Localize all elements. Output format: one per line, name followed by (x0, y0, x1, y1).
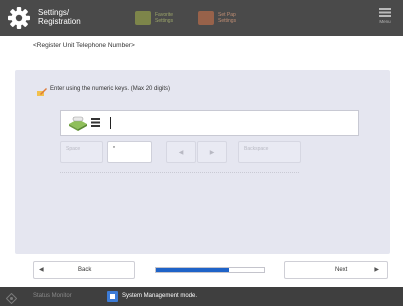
instruction-text: Enter using the numeric keys. (Max 20 di… (50, 85, 171, 92)
star-key-label: * (113, 146, 115, 152)
backspace-key-label: Backspace (244, 146, 269, 152)
app-title-line2: Registration (38, 17, 81, 26)
backspace-key: Backspace (238, 141, 301, 163)
app-title-line1: Settings/ (38, 8, 70, 17)
back-button-label: Back (78, 267, 92, 273)
menu-label: Menu (379, 19, 391, 24)
paper-settings-button: Set Pap Settings (198, 6, 236, 30)
next-arrow-icon: ▶ (374, 267, 379, 273)
progress-bar (155, 267, 265, 273)
settings-gear-icon[interactable] (6, 5, 32, 31)
paper-tray-icon (198, 11, 214, 25)
app-title: Settings/ Registration (38, 8, 81, 26)
telephone-icon (68, 115, 88, 131)
paper-label-2: Settings (218, 18, 237, 24)
status-monitor-icon (5, 291, 18, 305)
next-button[interactable]: Next ▶ (284, 261, 388, 279)
back-button[interactable]: ◀ Back (33, 261, 135, 279)
system-management-icon (107, 291, 118, 302)
menu-icon (379, 8, 391, 17)
cursor-right-key: ▶ (197, 141, 227, 163)
divider (60, 172, 299, 173)
status-monitor-label: Status Monitor (33, 293, 72, 299)
phone-number-input[interactable] (60, 110, 359, 136)
top-bar: Settings/ Registration Favorite Settings… (0, 0, 403, 36)
back-arrow-icon: ◀ (39, 267, 44, 273)
favorite-settings-button: Favorite Settings (135, 6, 173, 30)
cursor-left-key: ◀ (166, 141, 196, 163)
instruction: Enter using the numeric keys. (Max 20 di… (37, 84, 171, 96)
page-title: <Register Unit Telephone Number> (33, 42, 135, 49)
star-key[interactable]: * (107, 141, 152, 163)
text-cursor (110, 117, 111, 129)
next-button-label: Next (335, 267, 348, 273)
menu-button[interactable]: Menu (373, 6, 397, 30)
equals-icon (91, 118, 100, 127)
pencil-icon (37, 84, 47, 96)
space-key: Space (60, 141, 103, 163)
right-arrow-icon: ▶ (209, 150, 215, 156)
space-key-label: Space (66, 146, 81, 152)
progress-fill (156, 268, 230, 272)
favorite-label-2: Settings (155, 18, 174, 24)
system-mode-text: System Management mode. (122, 293, 198, 299)
left-arrow-icon: ◀ (178, 150, 184, 156)
status-bar: Status Monitor System Management mode. (0, 287, 403, 306)
favorite-icon (135, 11, 151, 25)
